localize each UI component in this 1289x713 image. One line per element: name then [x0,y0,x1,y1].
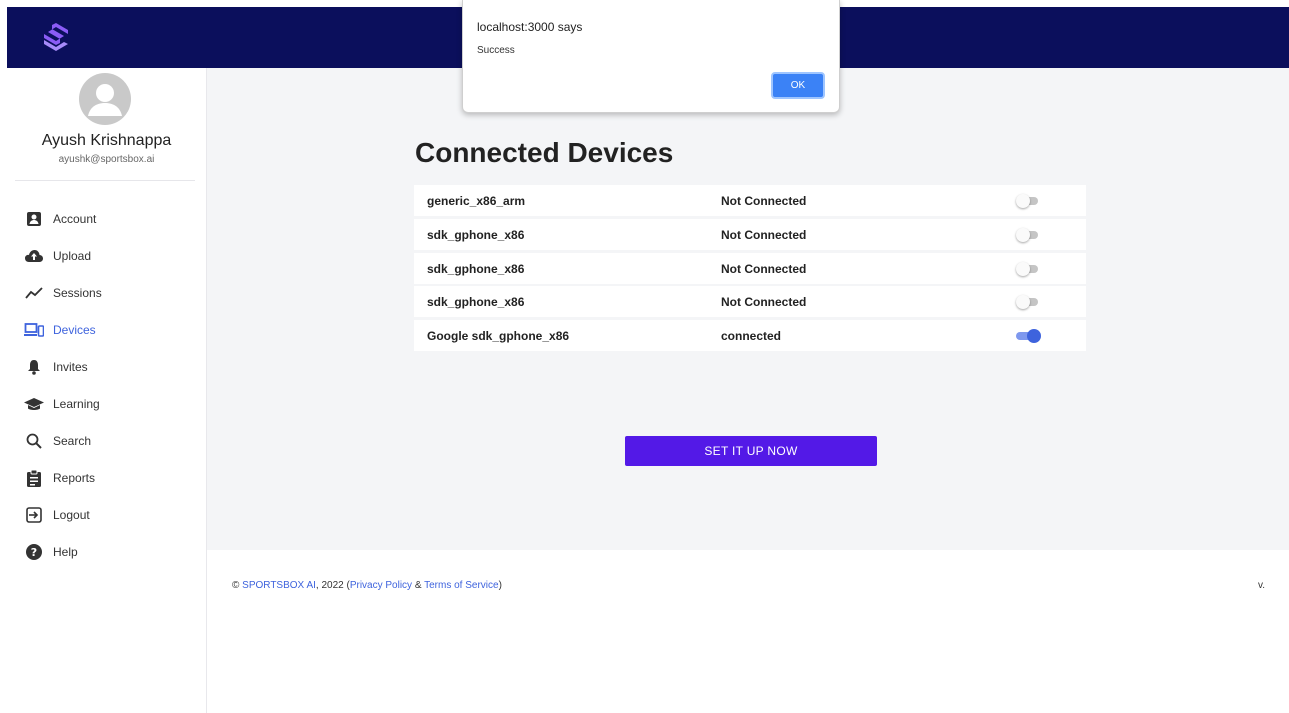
device-row: sdk_gphone_x86 Not Connected [414,253,1086,284]
device-name: sdk_gphone_x86 [427,262,525,276]
device-connection-toggle[interactable] [1016,295,1040,309]
device-status: Not Connected [721,262,807,276]
device-connection-toggle[interactable] [1016,262,1040,276]
ampersand: & [412,580,425,591]
page-title: Connected Devices [415,137,674,168]
sidebar-item-label: Search [53,434,92,448]
sidebar-item-help[interactable]: ? Help [24,537,194,567]
clipboard-icon [24,468,44,488]
sidebar-item-logout[interactable]: Logout [24,500,194,530]
sidebar-item-account[interactable]: Account [24,204,194,234]
sidebar-item-label: Invites [53,360,88,374]
device-name: sdk_gphone_x86 [427,228,525,242]
sidebar-item-label: Sessions [53,286,102,300]
device-connection-toggle[interactable] [1016,329,1041,343]
sidebar-item-devices[interactable]: Devices [24,315,194,345]
account-icon [24,209,44,229]
device-row: sdk_gphone_x86 Not Connected [414,219,1086,250]
device-row: Google sdk_gphone_x86 connected [414,320,1086,351]
set-it-up-now-button[interactable]: SET IT UP NOW [625,436,877,466]
main-content: Connected Devices generic_x86_arm Not Co… [207,68,1289,550]
sidebar-item-upload[interactable]: Upload [24,241,194,271]
device-name: sdk_gphone_x86 [427,295,525,309]
device-status: Not Connected [721,228,807,242]
divider [15,180,195,181]
device-connection-toggle[interactable] [1016,194,1040,208]
bell-icon [24,357,44,377]
device-row: sdk_gphone_x86 Not Connected [414,286,1086,317]
dialog-message: Success [477,45,515,56]
sidebar-item-label: Account [53,212,97,226]
graduation-cap-icon [24,394,44,414]
sidebar-item-label: Logout [53,508,90,522]
sidebar-item-invites[interactable]: Invites [24,352,194,382]
sidebar-item-label: Devices [53,323,96,337]
device-status: Not Connected [721,295,807,309]
company-link[interactable]: SPORTSBOX AI [242,580,316,591]
sessions-chart-icon [24,283,44,303]
year-text: , 2022 ( [315,580,350,591]
version-label: v. [1258,580,1266,591]
sidebar-item-label: Help [53,545,78,559]
close-paren: ) [498,580,502,591]
user-name: Ayush Krishnappa [41,132,172,149]
svg-text:?: ? [31,546,37,559]
sidebar-item-sessions[interactable]: Sessions [24,278,194,308]
sidebar-item-label: Upload [53,249,92,263]
device-connection-toggle[interactable] [1016,228,1040,242]
ok-button[interactable]: OK [771,72,825,99]
user-avatar-icon[interactable] [79,73,131,125]
devices-icon [24,320,44,340]
device-name: Google sdk_gphone_x86 [427,329,570,343]
device-status: connected [721,329,782,343]
device-status: Not Connected [721,194,807,208]
dialog-title: localhost:3000 says [477,20,583,34]
sidebar-item-learning[interactable]: Learning [24,389,194,419]
sportsbox-logo-icon[interactable] [39,20,73,54]
device-row: generic_x86_arm Not Connected [414,185,1086,216]
sidebar-item-label: Learning [53,397,100,411]
search-icon [24,431,44,451]
copyright-prefix: © [232,580,243,591]
user-email: ayushk@sportsbox.ai [58,154,155,165]
footer-copyright: © SPORTSBOX AI, 2022 (Privacy Policy & T… [232,580,502,591]
sidebar-item-reports[interactable]: Reports [24,463,194,493]
sidebar-item-label: Reports [53,471,96,485]
sidebar: Ayush Krishnappa ayushk@sportsbox.ai Acc… [7,68,207,713]
terms-of-service-link[interactable]: Terms of Service [424,580,498,591]
help-icon: ? [24,542,44,562]
logout-icon [24,505,44,525]
cloud-upload-icon [24,246,44,266]
privacy-policy-link[interactable]: Privacy Policy [350,580,412,591]
sidebar-item-search[interactable]: Search [24,426,194,456]
device-name: generic_x86_arm [427,194,526,208]
alert-dialog: localhost:3000 says Success OK [462,0,840,113]
